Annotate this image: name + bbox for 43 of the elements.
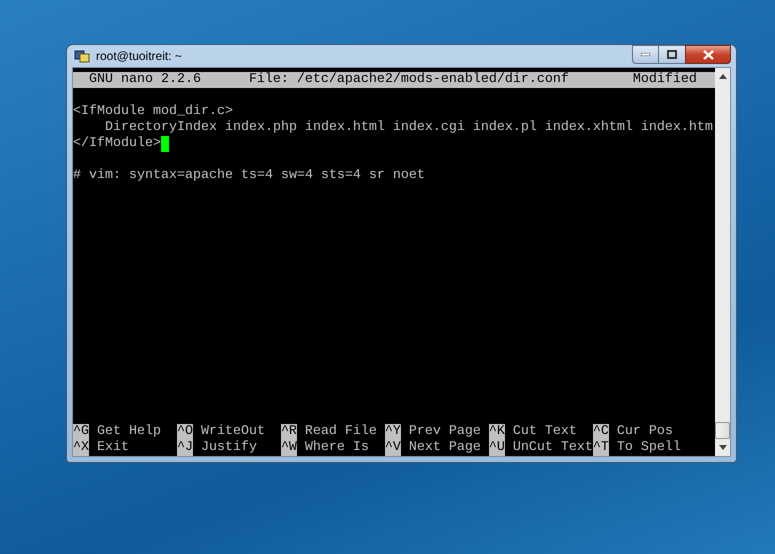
shortcut-key: ^O	[176, 424, 193, 440]
shortcut-label: To Spell	[616, 440, 681, 456]
maximize-icon	[667, 50, 677, 59]
modified-status: Modified	[632, 72, 697, 88]
shortcut-key: ^X	[73, 440, 89, 456]
shortcut-label: Cur Pos	[616, 424, 673, 440]
code-line: </IfModule>	[73, 136, 161, 152]
shortcut-key: ^W	[280, 440, 297, 456]
shortcut-label: WriteOut	[200, 424, 265, 440]
code-line: DirectoryIndex index.php index.html index.cgi index.pl index.xhtml index.htm	[104, 120, 713, 136]
shortcut-key: ^C	[592, 424, 609, 440]
shortcut-label: Justify	[200, 440, 257, 456]
scroll-up-icon[interactable]	[718, 74, 726, 79]
shortcut-label: Read File	[304, 424, 377, 440]
maximize-button[interactable]	[659, 45, 685, 64]
shortcut-label: Exit	[96, 440, 129, 456]
file-name: File: /etc/apache2/mods-enabled/dir.conf	[248, 72, 570, 88]
shortcut-key: ^R	[280, 424, 297, 440]
close-button[interactable]	[685, 45, 731, 64]
shortcut-key: ^Y	[384, 424, 401, 440]
nano-version: GNU nano 2.2.6	[88, 72, 202, 88]
scrollbar[interactable]	[715, 68, 730, 456]
terminal-app-icon	[74, 48, 90, 64]
shortcut-key: ^J	[176, 440, 193, 456]
scrollbar-thumb[interactable]	[715, 422, 730, 439]
close-icon	[702, 50, 714, 60]
window-title: root@tuoitreit: ~	[96, 48, 182, 65]
shortcut-label: Where Is	[304, 440, 369, 456]
shortcut-key: ^K	[488, 424, 505, 440]
shortcut-label: Get Help	[96, 424, 161, 440]
code-line: <IfModule mod_dir.c>	[73, 104, 233, 120]
shortcut-key: ^G	[73, 424, 89, 440]
shortcut-label: Cut Text	[512, 424, 577, 440]
scroll-down-icon[interactable]	[718, 445, 726, 450]
code-line: # vim: syntax=apache ts=4 sw=4 sts=4 sr noet	[73, 168, 425, 184]
shortcut-key: ^V	[384, 440, 401, 456]
shortcut-label: UnCut Text	[512, 440, 593, 456]
shortcut-label: Next Page	[408, 440, 481, 456]
minimize-icon	[641, 53, 650, 56]
shortcut-key: ^U	[488, 440, 505, 456]
shortcut-key: ^T	[592, 440, 609, 456]
shortcut-label: Prev Page	[408, 424, 481, 440]
minimize-button[interactable]	[632, 45, 659, 64]
